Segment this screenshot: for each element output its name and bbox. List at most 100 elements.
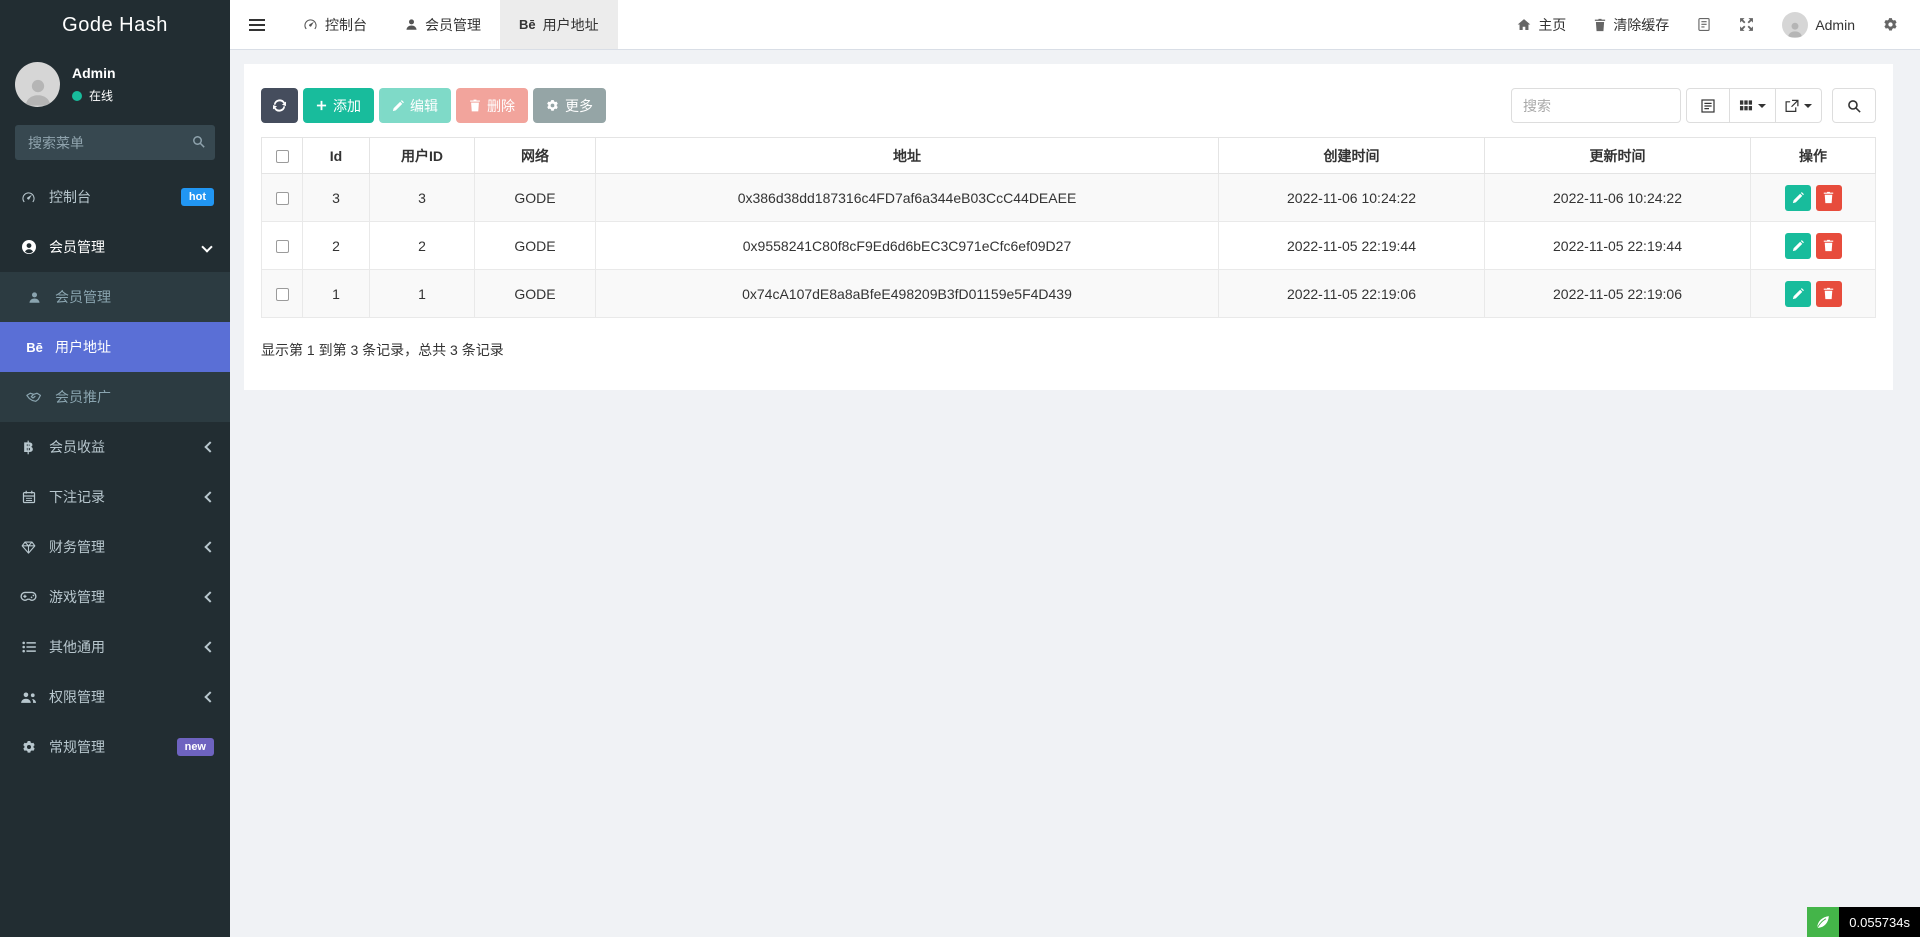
search-submit-button[interactable] <box>1832 88 1876 123</box>
sidebar-item-label: 游戏管理 <box>49 587 105 607</box>
sidebar-item-label: 会员管理 <box>49 237 105 257</box>
cell-user-id: 2 <box>370 222 475 270</box>
column-header-created[interactable]: 创建时间 <box>1219 138 1485 174</box>
column-header-network[interactable]: 网络 <box>475 138 596 174</box>
pagination-summary: 显示第 1 到第 3 条记录，总共 3 条记录 <box>261 340 1876 360</box>
table-search-input[interactable] <box>1511 88 1681 123</box>
edit-button[interactable]: 编辑 <box>379 88 451 123</box>
tab-label: 会员管理 <box>425 15 481 35</box>
view-button-group <box>1686 88 1822 123</box>
table-row: 3 3 GODE 0x386d38dd187316c4FD7af6a344eB0… <box>262 174 1876 222</box>
content-area: 添加 编辑 删除 更多 <box>230 50 1920 937</box>
more-button[interactable]: 更多 <box>533 88 606 123</box>
tab-console[interactable]: 控制台 <box>284 0 386 49</box>
menu-search-input[interactable] <box>15 125 215 160</box>
cell-updated: 2022-11-06 10:24:22 <box>1485 174 1751 222</box>
delete-row-button[interactable] <box>1816 185 1842 211</box>
sidebar-toggle-icon[interactable] <box>230 0 284 49</box>
edit-row-button[interactable] <box>1785 281 1811 307</box>
sidebar-item-general[interactable]: 常规管理 new <box>0 722 230 772</box>
sidebar-item-member-list[interactable]: 会员管理 <box>0 272 230 322</box>
chevron-left-icon <box>204 591 215 602</box>
cell-user-id: 1 <box>370 270 475 318</box>
sidebar-item-misc[interactable]: 其他通用 <box>0 622 230 672</box>
sidebar-item-label: 控制台 <box>49 187 91 207</box>
sidebar-item-member-income[interactable]: ฿ 会员收益 <box>0 422 230 472</box>
online-dot-icon <box>72 91 82 101</box>
cell-user-id: 3 <box>370 174 475 222</box>
person-icon <box>22 75 54 107</box>
cell-created: 2022-11-05 22:19:06 <box>1219 270 1485 318</box>
row-checkbox[interactable] <box>276 240 289 253</box>
clear-cache-label: 清除缓存 <box>1613 15 1669 35</box>
sidebar: Gode Hash Admin 在线 控制台 hot 会员管理 <box>0 0 230 937</box>
chevron-left-icon <box>204 691 215 702</box>
load-time-label: 0.055734s <box>1839 907 1920 937</box>
column-header-user-id[interactable]: 用户ID <box>370 138 475 174</box>
sidebar-item-console[interactable]: 控制台 hot <box>0 172 230 222</box>
search-icon[interactable] <box>192 135 205 148</box>
delete-row-button[interactable] <box>1816 233 1842 259</box>
add-button[interactable]: 添加 <box>303 88 374 123</box>
row-checkbox[interactable] <box>276 288 289 301</box>
sidebar-item-label: 常规管理 <box>49 737 105 757</box>
document-button[interactable] <box>1697 17 1711 32</box>
home-link[interactable]: 主页 <box>1517 15 1566 35</box>
sidebar-item-game[interactable]: 游戏管理 <box>0 572 230 622</box>
settings-button[interactable] <box>1883 17 1898 32</box>
cell-updated: 2022-11-05 22:19:06 <box>1485 270 1751 318</box>
chevron-left-icon <box>204 641 215 652</box>
sidebar-item-label: 财务管理 <box>49 537 105 557</box>
gear-icon <box>546 99 559 112</box>
home-icon <box>1517 18 1531 31</box>
fullscreen-button[interactable] <box>1739 17 1754 32</box>
user-menu[interactable]: Admin <box>1782 12 1855 38</box>
home-label: 主页 <box>1538 15 1566 35</box>
export-button[interactable] <box>1776 88 1822 123</box>
delete-button[interactable]: 删除 <box>456 88 528 123</box>
columns-button[interactable] <box>1730 88 1776 123</box>
tab-member[interactable]: 会员管理 <box>386 0 500 49</box>
delete-row-button[interactable] <box>1816 281 1842 307</box>
cell-network: GODE <box>475 270 596 318</box>
sidebar-submenu: 会员管理 Bē 用户地址 会员推广 <box>0 272 230 422</box>
sidebar-item-permission[interactable]: 权限管理 <box>0 672 230 722</box>
trash-icon <box>1823 191 1834 204</box>
edit-row-button[interactable] <box>1785 233 1811 259</box>
sidebar-item-member-promotion[interactable]: 会员推广 <box>0 372 230 422</box>
sidebar-item-bet-records[interactable]: 下注记录 <box>0 472 230 522</box>
refresh-button[interactable] <box>261 88 298 123</box>
sidebar-item-user-address[interactable]: Bē 用户地址 <box>0 322 230 372</box>
gear-icon <box>1883 17 1898 32</box>
top-navbar: 控制台 会员管理 Bē 用户地址 主页 清除缓存 <box>230 0 1920 50</box>
sidebar-item-finance[interactable]: 财务管理 <box>0 522 230 572</box>
select-all-checkbox[interactable] <box>276 150 289 163</box>
column-header-address[interactable]: 地址 <box>596 138 1219 174</box>
edit-row-button[interactable] <box>1785 185 1811 211</box>
pencil-icon <box>1792 240 1804 252</box>
column-header-updated[interactable]: 更新时间 <box>1485 138 1751 174</box>
table-row: 2 2 GODE 0x9558241C80f8cF9Ed6d6bEC3C971e… <box>262 222 1876 270</box>
main-area: 控制台 会员管理 Bē 用户地址 主页 清除缓存 <box>230 0 1920 937</box>
tab-label: 控制台 <box>325 15 367 35</box>
detail-view-button[interactable] <box>1686 88 1730 123</box>
sidebar-item-label: 用户地址 <box>55 337 111 357</box>
column-header-ops[interactable]: 操作 <box>1751 138 1876 174</box>
trace-leaf-icon[interactable] <box>1807 907 1839 937</box>
app-logo[interactable]: Gode Hash <box>0 0 230 50</box>
row-checkbox[interactable] <box>276 192 289 205</box>
refresh-icon <box>272 98 287 113</box>
bitcoin-icon: ฿ <box>16 440 41 455</box>
sidebar-item-label: 会员管理 <box>55 287 111 307</box>
clear-cache-button[interactable]: 清除缓存 <box>1594 15 1669 35</box>
sidebar-item-label: 权限管理 <box>49 687 105 707</box>
tab-user-address[interactable]: Bē 用户地址 <box>500 0 618 49</box>
sidebar-item-label: 会员收益 <box>49 437 105 457</box>
column-header-id[interactable]: Id <box>303 138 370 174</box>
behance-icon: Bē <box>22 341 47 354</box>
gem-icon <box>16 541 41 554</box>
cell-address: 0x74cA107dE8a8aBfeE498209B3fD01159e5F4D4… <box>596 270 1219 318</box>
sidebar-item-member-group[interactable]: 会员管理 <box>0 222 230 272</box>
avatar <box>1782 12 1808 38</box>
search-icon <box>1847 99 1861 113</box>
